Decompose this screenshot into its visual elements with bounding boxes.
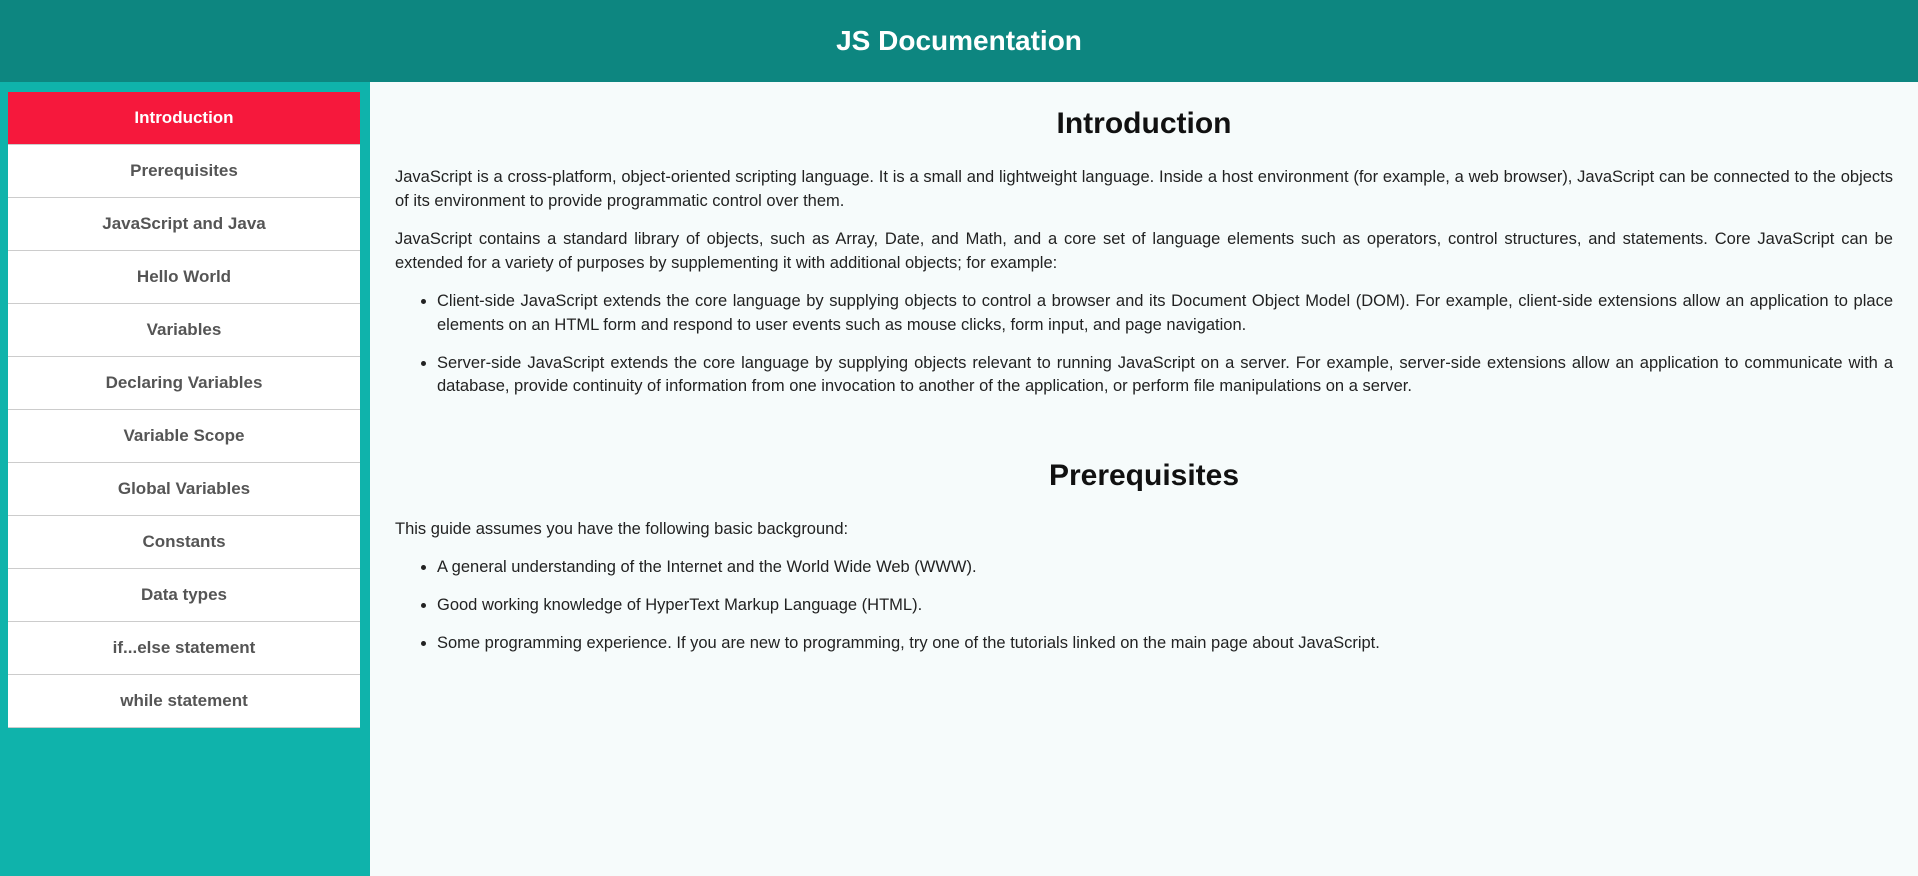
prerequisites-list-item-2: Good working knowledge of HyperText Mark… (437, 594, 1893, 618)
nav-item-while-statement[interactable]: while statement (8, 675, 360, 728)
intro-list-item-1: Client-side JavaScript extends the core … (437, 290, 1893, 338)
nav-link-constants[interactable]: Constants (8, 516, 360, 568)
section-heading-introduction: Introduction (395, 107, 1893, 141)
page-title: JS Documentation (0, 25, 1918, 57)
intro-paragraph-1: JavaScript is a cross-platform, object-o… (395, 166, 1893, 214)
nav-item-hello-world[interactable]: Hello World (8, 251, 360, 304)
prerequisites-list-item-1: A general understanding of the Internet … (437, 556, 1893, 580)
nav-link-declaring-variables[interactable]: Declaring Variables (8, 357, 360, 409)
nav-item-variable-scope[interactable]: Variable Scope (8, 410, 360, 463)
intro-paragraph-2: JavaScript contains a standard library o… (395, 228, 1893, 276)
page-header: JS Documentation (0, 0, 1918, 82)
nav-link-data-types[interactable]: Data types (8, 569, 360, 621)
nav-list: Introduction Prerequisites JavaScript an… (8, 92, 360, 728)
intro-list: Client-side JavaScript extends the core … (395, 290, 1893, 400)
section-heading-prerequisites: Prerequisites (395, 459, 1893, 493)
intro-list-item-2: Server-side JavaScript extends the core … (437, 352, 1893, 400)
nav-link-global-variables[interactable]: Global Variables (8, 463, 360, 515)
main-container: Introduction Prerequisites JavaScript an… (0, 82, 1918, 876)
nav-link-introduction[interactable]: Introduction (8, 92, 360, 144)
section-introduction: Introduction JavaScript is a cross-platf… (395, 107, 1893, 399)
section-prerequisites: Prerequisites This guide assumes you hav… (395, 459, 1893, 656)
prerequisites-list-item-3: Some programming experience. If you are … (437, 632, 1893, 656)
nav-link-javascript-and-java[interactable]: JavaScript and Java (8, 198, 360, 250)
prerequisites-paragraph-1: This guide assumes you have the followin… (395, 518, 1893, 542)
nav-item-introduction[interactable]: Introduction (8, 92, 360, 145)
main-content: Introduction JavaScript is a cross-platf… (370, 82, 1918, 876)
nav-link-prerequisites[interactable]: Prerequisites (8, 145, 360, 197)
nav-link-if-else-statement[interactable]: if...else statement (8, 622, 360, 674)
nav-link-variable-scope[interactable]: Variable Scope (8, 410, 360, 462)
nav-item-prerequisites[interactable]: Prerequisites (8, 145, 360, 198)
nav-item-data-types[interactable]: Data types (8, 569, 360, 622)
nav-link-while-statement[interactable]: while statement (8, 675, 360, 727)
nav-item-constants[interactable]: Constants (8, 516, 360, 569)
nav-item-declaring-variables[interactable]: Declaring Variables (8, 357, 360, 410)
prerequisites-list: A general understanding of the Internet … (395, 556, 1893, 656)
nav-item-variables[interactable]: Variables (8, 304, 360, 357)
sidebar-nav: Introduction Prerequisites JavaScript an… (0, 82, 370, 876)
nav-link-variables[interactable]: Variables (8, 304, 360, 356)
nav-item-global-variables[interactable]: Global Variables (8, 463, 360, 516)
nav-item-if-else-statement[interactable]: if...else statement (8, 622, 360, 675)
nav-item-javascript-and-java[interactable]: JavaScript and Java (8, 198, 360, 251)
nav-link-hello-world[interactable]: Hello World (8, 251, 360, 303)
